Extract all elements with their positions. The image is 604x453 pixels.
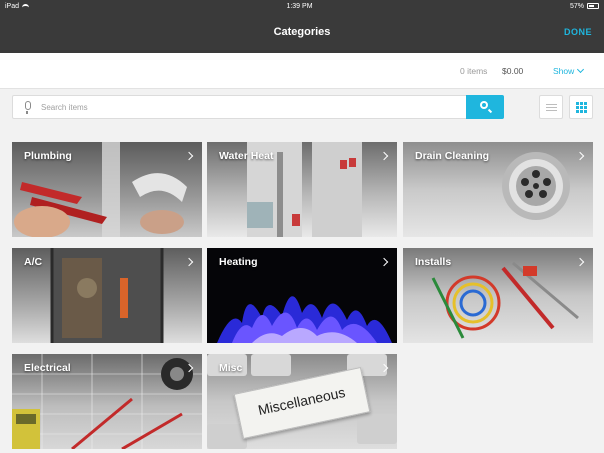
category-tile-installs[interactable]: Installs	[403, 248, 593, 343]
search-bar	[12, 95, 504, 119]
list-view-button[interactable]	[539, 95, 563, 119]
category-label: Electrical	[24, 362, 71, 374]
chevron-down-icon	[577, 65, 585, 74]
category-label: Installs	[415, 256, 452, 268]
status-bar: iPad 1:39 PM 57%	[0, 0, 604, 12]
category-tile-drain-cleaning[interactable]: Drain Cleaning	[403, 142, 593, 237]
category-label: Plumbing	[24, 150, 72, 162]
category-tile-ac[interactable]: A/C	[12, 248, 202, 343]
search-input[interactable]	[41, 96, 461, 118]
category-label: Drain Cleaning	[415, 150, 490, 162]
search-button[interactable]	[466, 95, 504, 119]
battery-percent: 57%	[569, 2, 584, 10]
device-name: iPad	[5, 2, 20, 10]
show-label: Show	[553, 66, 575, 76]
show-dropdown[interactable]: Show	[553, 53, 585, 89]
items-count: 0 items	[460, 66, 488, 76]
wifi-icon	[22, 3, 30, 9]
battery-icon	[586, 3, 599, 9]
microphone-icon[interactable]	[25, 101, 31, 114]
category-label: Heating	[219, 256, 258, 268]
category-tile-heating[interactable]: Heating	[207, 248, 397, 343]
category-label: Water Heat	[219, 150, 274, 162]
list-icon	[546, 104, 557, 105]
category-tile-electrical[interactable]: Electrical	[12, 354, 202, 449]
search-icon	[480, 101, 488, 109]
grid-view-button[interactable]	[569, 95, 593, 119]
cart-summary-bar: 0 items $0.00 Show	[0, 53, 604, 89]
category-tile-misc[interactable]: Miscellaneous Misc	[207, 354, 397, 449]
category-tile-water-heat[interactable]: Water Heat	[207, 142, 397, 237]
done-button[interactable]: DONE	[564, 12, 592, 53]
category-label: Misc	[219, 362, 243, 374]
total-amount: $0.00	[502, 66, 524, 76]
page-title: Categories	[273, 26, 331, 38]
status-time: 1:39 PM	[286, 2, 313, 10]
header: Categories DONE	[0, 12, 604, 53]
grid-icon	[576, 102, 579, 105]
category-tile-plumbing[interactable]: Plumbing	[12, 142, 202, 237]
category-label: A/C	[24, 256, 43, 268]
